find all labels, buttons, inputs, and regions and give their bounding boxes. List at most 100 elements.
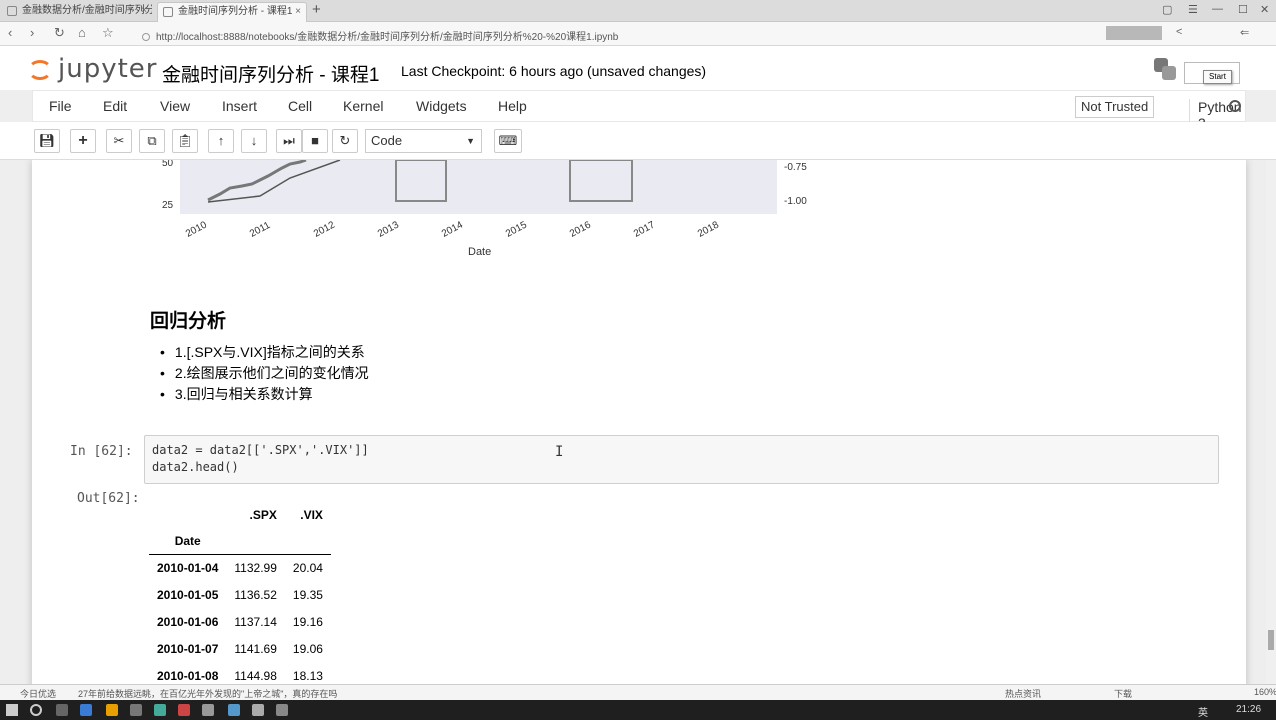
app-icon[interactable]	[178, 704, 190, 716]
restart-icon[interactable]: ↻	[332, 129, 358, 153]
taskbar: 英 21:26	[0, 700, 1276, 720]
reload-icon[interactable]: ↻	[54, 25, 65, 41]
menu-help[interactable]: Help	[498, 98, 527, 114]
run-icon[interactable]: ⏭︎	[276, 129, 302, 153]
app-icon[interactable]	[276, 704, 288, 716]
spx-cell: 1132.99	[234, 561, 277, 576]
row-index: 2010-01-07	[157, 642, 219, 656]
input-method-indicator[interactable]: 英	[1198, 704, 1208, 719]
task-view-icon[interactable]	[56, 704, 68, 716]
menu-edit[interactable]: Edit	[103, 98, 127, 114]
code-editor[interactable]: data2 = data2[['.SPX','.VIX']] data2.hea…	[144, 435, 1219, 484]
extension-area[interactable]	[1106, 26, 1162, 40]
copy-icon[interactable]: ⧉	[139, 129, 165, 153]
x-tick-label: 2017	[632, 219, 657, 240]
jupyter-logo[interactable]: jupyter	[28, 54, 158, 84]
explorer-app-icon[interactable]	[106, 704, 118, 716]
paste-icon[interactable]: 📋︎	[172, 129, 198, 153]
restore-icon[interactable]: ▢	[1162, 3, 1172, 16]
python-logo-icon	[1154, 58, 1176, 80]
x-tick-label: 2013	[376, 219, 401, 240]
app-icon[interactable]	[228, 704, 240, 716]
list-item: 2.绘图展示他们之间的变化情况	[160, 363, 369, 384]
menu-insert[interactable]: Insert	[222, 98, 257, 114]
system-clock[interactable]: 21:26	[1236, 704, 1261, 715]
scrollbar-thumb[interactable]	[1268, 630, 1274, 650]
browser-app-icon[interactable]	[80, 704, 92, 716]
index-name: Date	[149, 528, 227, 555]
zoom-level[interactable]: 160%	[1254, 687, 1276, 697]
new-tab-button[interactable]: +	[312, 1, 321, 18]
bookmark-star-icon[interactable]: ☆	[102, 25, 114, 41]
menubar: File Edit View Insert Cell Kernel Widget…	[32, 90, 1246, 131]
spx-cell: 1137.14	[234, 615, 277, 629]
browser-tab-strip: 金融数据分析/金融时间序列分析 × 金融时间序列分析 - 课程1 × + ▢ ☰…	[0, 0, 1276, 22]
text-cursor-icon: I	[555, 444, 564, 460]
menu-file[interactable]: File	[49, 98, 72, 114]
interrupt-icon[interactable]: ■	[302, 129, 328, 153]
browser-tab-active[interactable]: 金融时间序列分析 - 课程1 ×	[157, 2, 307, 22]
daily-picks-link[interactable]: 今日优选	[20, 687, 56, 700]
close-window-icon[interactable]: ✕	[1260, 3, 1269, 16]
table-row: 2010-01-07 1141.69 19.06	[149, 636, 331, 663]
page-scrollbar[interactable]	[1266, 160, 1276, 684]
close-tab-icon[interactable]: ×	[295, 3, 301, 21]
chevron-down-icon: ▼	[466, 136, 475, 146]
plot-area	[180, 160, 777, 214]
url-field[interactable]: http://localhost:8888/notebooks/金融数据分析/金…	[142, 28, 618, 43]
close-tab-icon[interactable]: ×	[141, 2, 147, 20]
windows-start-icon[interactable]	[6, 704, 18, 716]
cut-icon[interactable]: ✂	[106, 129, 132, 153]
news-ticker-link[interactable]: 27年前给数据远眺，在百亿光年外发现的"上帝之城"，真的存在吗	[78, 687, 337, 700]
row-index: 2010-01-04	[157, 561, 219, 576]
url-text: http://localhost:8888/notebooks/金融数据分析/金…	[156, 32, 619, 43]
extensions-icon[interactable]: ⇐	[1240, 26, 1249, 39]
downloads-link[interactable]: 下载	[1114, 687, 1132, 700]
y2-tick-label: -0.75	[784, 162, 807, 173]
page-favicon-icon	[7, 6, 17, 16]
trust-button[interactable]: Not Trusted	[1075, 96, 1155, 118]
hot-news-link[interactable]: 热点资讯	[1005, 687, 1041, 700]
notebook-title[interactable]: 金融时间序列分析 - 课程1	[162, 60, 379, 87]
table-row: 2010-01-05 1136.52 19.35	[149, 582, 331, 609]
menu-kernel[interactable]: Kernel	[343, 98, 383, 114]
logo-text: jupyter	[58, 54, 158, 84]
toolbar: 💾︎ + ✂ ⧉ 📋︎ ↑ ↓ ⏭︎ ■ ↻ Code ▼ ⌨	[0, 122, 1276, 160]
dataframe-table: .SPX .VIX Date 2010-01-04 1132.99 20.04 …	[149, 502, 331, 684]
address-bar: ‹ › ↻ ⌂ ☆ http://localhost:8888/notebook…	[0, 22, 1276, 46]
app-icon[interactable]	[154, 704, 166, 716]
move-up-icon[interactable]: ↑	[208, 129, 234, 153]
search-icon[interactable]	[30, 704, 42, 716]
app-icon[interactable]	[202, 704, 214, 716]
table-row: 2010-01-06 1137.14 19.16	[149, 609, 331, 636]
forward-icon[interactable]: ›	[30, 25, 34, 40]
save-icon[interactable]: 💾︎	[34, 129, 60, 153]
maximize-icon[interactable]: ☐	[1238, 3, 1248, 16]
home-icon[interactable]: ⌂	[78, 25, 86, 40]
share-icon[interactable]: <	[1176, 26, 1182, 38]
move-down-icon[interactable]: ↓	[241, 129, 267, 153]
notebook-area: 50 25 -0.75 -1.00 2010 2011 2012 2013 20…	[0, 160, 1276, 684]
row-index: 2010-01-06	[157, 615, 219, 629]
empty-header	[284, 528, 331, 555]
app-icon[interactable]	[252, 704, 264, 716]
browser-status-bar: 今日优选 27年前给数据远眺，在百亿光年外发现的"上帝之城"，真的存在吗 热点资…	[0, 684, 1276, 700]
jupyter-logo-icon	[28, 60, 52, 80]
menu-view[interactable]: View	[160, 98, 190, 114]
cell-type-select[interactable]: Code ▼	[365, 129, 482, 153]
menu-cell[interactable]: Cell	[288, 98, 312, 114]
minimize-icon[interactable]: —	[1212, 3, 1223, 15]
menu-widgets[interactable]: Widgets	[416, 98, 467, 114]
insert-cell-icon[interactable]: +	[70, 129, 96, 153]
x-tick-label: 2016	[568, 219, 593, 240]
vix-cell: 19.16	[292, 615, 323, 629]
table-row: 2010-01-08 1144.98 18.13	[149, 663, 331, 685]
app-icon[interactable]	[130, 704, 142, 716]
menu-icon[interactable]: ☰	[1188, 3, 1198, 16]
list-item: 1.[.SPX与.VIX]指标之间的关系	[160, 342, 369, 363]
browser-tab[interactable]: 金融数据分析/金融时间序列分析 ×	[2, 2, 152, 22]
spx-series-line	[207, 160, 307, 202]
keyboard-icon[interactable]: ⌨	[494, 129, 522, 153]
checkpoint-status: Last Checkpoint: 6 hours ago (unsaved ch…	[401, 63, 707, 79]
back-icon[interactable]: ‹	[8, 25, 12, 40]
